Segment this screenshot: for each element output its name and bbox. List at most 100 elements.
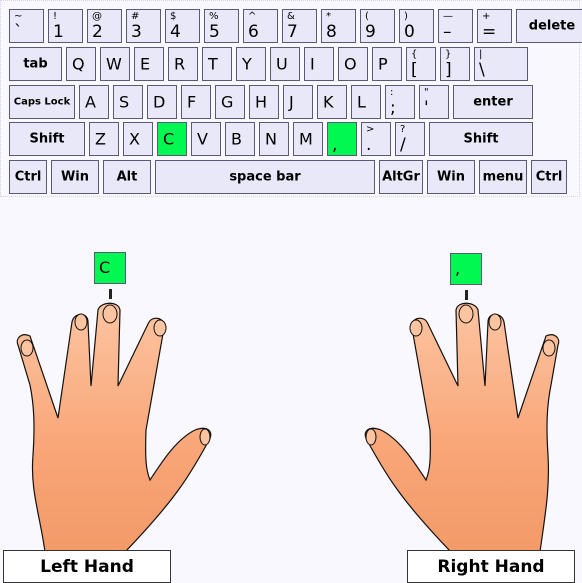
- key-x92[interactable]: | \: [474, 47, 528, 81]
- key-label: H: [255, 92, 268, 112]
- key-r[interactable]: R: [168, 47, 198, 81]
- key-i[interactable]: I: [304, 47, 334, 81]
- key-shift[interactable]: Shift: [9, 122, 85, 156]
- key-x39[interactable]: " ': [419, 85, 449, 119]
- key-win[interactable]: Win: [427, 160, 475, 194]
- key-v[interactable]: V: [191, 122, 221, 156]
- key-label: P: [378, 54, 388, 74]
- key-7[interactable]: & 7: [282, 9, 317, 43]
- key-x44[interactable]: ,: [327, 122, 357, 156]
- key-x47[interactable]: ? /: [395, 122, 425, 156]
- key-label: R: [174, 54, 186, 74]
- key-delete[interactable]: delete: [516, 9, 582, 43]
- key-label: 4: [170, 22, 181, 42]
- key-shift-label: !: [53, 11, 58, 22]
- key-alt[interactable]: Alt: [103, 160, 151, 194]
- key-w[interactable]: W: [100, 47, 130, 81]
- key-x46[interactable]: >.: [361, 122, 391, 156]
- key-l[interactable]: L: [351, 85, 381, 119]
- key-label: –: [443, 22, 452, 42]
- key-label: Shift: [463, 131, 499, 147]
- key-6[interactable]: ^ 6: [243, 9, 278, 43]
- key-o[interactable]: O: [338, 47, 368, 81]
- key-label: 0: [404, 22, 415, 42]
- key-c[interactable]: C: [157, 122, 187, 156]
- key-label: J: [289, 92, 294, 112]
- key-x61[interactable]: + =: [477, 9, 512, 43]
- right-middle-nail: [458, 304, 474, 324]
- key-k[interactable]: K: [317, 85, 347, 119]
- key-9[interactable]: (9: [360, 9, 395, 43]
- key-caps-lock[interactable]: Caps Lock: [9, 85, 75, 119]
- key-label: `: [14, 22, 23, 42]
- key-q[interactable]: Q: [66, 47, 96, 81]
- key-8[interactable]: * 8: [321, 9, 356, 43]
- key-label: AltGr: [382, 169, 420, 185]
- key-label: delete: [528, 18, 576, 34]
- key-shift[interactable]: Shift: [429, 122, 533, 156]
- key-5[interactable]: % 5: [204, 9, 239, 43]
- key-label: 7: [287, 22, 298, 42]
- key-label: Y: [242, 54, 252, 74]
- key-label: C: [163, 129, 175, 149]
- key-label: \: [479, 60, 485, 80]
- key-altgr[interactable]: AltGr: [379, 160, 423, 194]
- key-label: E: [140, 54, 151, 74]
- key-shift-label: +: [482, 11, 491, 22]
- key-label: O: [344, 54, 357, 74]
- key-m[interactable]: M: [293, 122, 323, 156]
- key-3[interactable]: #3: [126, 9, 161, 43]
- key-label: ,: [332, 135, 338, 155]
- key-b[interactable]: B: [225, 122, 255, 156]
- key-t[interactable]: T: [202, 47, 232, 81]
- key-shift-label: ^: [248, 11, 257, 22]
- key-y[interactable]: Y: [236, 47, 266, 81]
- key-label: M: [299, 129, 313, 149]
- key-2[interactable]: @2: [87, 9, 122, 43]
- key-d[interactable]: D: [147, 85, 177, 119]
- key-g[interactable]: G: [215, 85, 245, 119]
- key-n[interactable]: N: [259, 122, 289, 156]
- key-z[interactable]: Z: [89, 122, 119, 156]
- key-u[interactable]: U: [270, 47, 300, 81]
- key-ctrl[interactable]: Ctrl: [9, 160, 47, 194]
- key-p[interactable]: P: [372, 47, 402, 81]
- key-s[interactable]: S: [113, 85, 143, 119]
- key-win[interactable]: Win: [51, 160, 99, 194]
- key-x59[interactable]: :;: [385, 85, 415, 119]
- key-shift-label: *: [326, 11, 331, 22]
- key-e[interactable]: E: [134, 47, 164, 81]
- key-enter[interactable]: enter: [453, 85, 533, 119]
- key-label: menu: [482, 169, 524, 185]
- right-thumb-nail: [365, 428, 377, 446]
- right-key-indicator: ,: [450, 253, 482, 285]
- key-label: Caps Lock: [13, 96, 71, 108]
- key-h[interactable]: H: [249, 85, 279, 119]
- key-a[interactable]: A: [79, 85, 109, 119]
- key-shift-label: @: [92, 11, 102, 22]
- key-menu[interactable]: menu: [479, 160, 527, 194]
- key-x8211[interactable]: — –: [438, 9, 473, 43]
- key-label: 5: [209, 22, 220, 42]
- key-x[interactable]: X: [123, 122, 153, 156]
- key-x91[interactable]: {[: [406, 47, 436, 81]
- key-1[interactable]: ! 1: [48, 9, 83, 43]
- left-pinky-nail: [20, 339, 34, 357]
- key-j[interactable]: J: [283, 85, 313, 119]
- key-0[interactable]: ) 0: [399, 9, 434, 43]
- key-tab[interactable]: tab: [9, 47, 62, 81]
- key-label: 8: [326, 22, 337, 42]
- key-x96[interactable]: ~ `: [9, 9, 44, 43]
- key-label: Ctrl: [14, 169, 42, 185]
- key-label: tab: [23, 56, 48, 72]
- key-shift-label: ~: [14, 11, 23, 22]
- key-space-bar[interactable]: space bar: [155, 160, 375, 194]
- key-f[interactable]: F: [181, 85, 211, 119]
- left-connector: [109, 289, 112, 299]
- key-label: L: [357, 92, 366, 112]
- key-x93[interactable]: }]: [440, 47, 470, 81]
- key-4[interactable]: $4: [165, 9, 200, 43]
- key-shift-label: $: [170, 11, 177, 22]
- right-hand-illustration: [364, 302, 560, 552]
- key-ctrl[interactable]: Ctrl: [531, 160, 567, 194]
